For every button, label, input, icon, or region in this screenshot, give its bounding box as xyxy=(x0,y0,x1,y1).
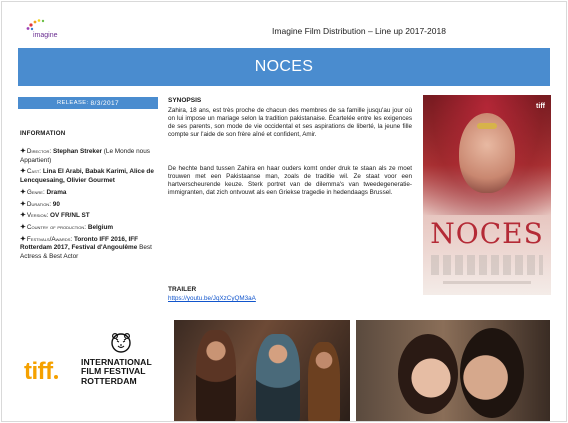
still-figure xyxy=(460,328,524,418)
information-heading: Information xyxy=(20,130,66,137)
info-key: Version: xyxy=(26,212,49,220)
bullet-icon: ✦ xyxy=(20,212,26,220)
bullet-icon: ✦ xyxy=(20,168,26,176)
info-item-festivals: ✦Festivals/Awards: Toronto IFF 2016, IFF… xyxy=(20,236,158,262)
release-date: 8/3/2017 xyxy=(90,99,120,107)
bullet-icon: ✦ xyxy=(20,148,26,155)
poster-credits-line xyxy=(443,281,531,284)
info-key: Duration: xyxy=(26,200,51,208)
still-figure xyxy=(196,330,236,421)
iffr-line3: ROTTERDAM xyxy=(81,375,137,386)
info-value: OV FR/NL ST xyxy=(50,212,90,220)
tiff-logo: tiff xyxy=(24,358,58,386)
svg-text:imagine: imagine xyxy=(33,32,58,39)
poster-tiff-badge: tiff xyxy=(536,103,545,110)
bullet-icon: ✦ xyxy=(20,224,26,232)
still-figure xyxy=(308,342,340,421)
bullet-icon: ✦ xyxy=(20,200,26,208)
info-value: Lina El Arabi, Babak Karimi, Alice de Le… xyxy=(20,168,154,184)
header-title: Imagine Film Distribution – Line up 2017… xyxy=(272,26,446,36)
imagine-logo: imagine xyxy=(26,19,58,39)
trailer-link[interactable]: https://youtu.be/JqXzCyQM3aA xyxy=(168,295,256,302)
film-title: NOCES xyxy=(18,48,550,86)
info-key: Cast: xyxy=(26,168,42,176)
tiger-logo-icon xyxy=(111,332,131,353)
poster-jewel xyxy=(477,123,497,129)
still-figure xyxy=(398,334,458,414)
iffr-name: INTERNATIONAL FILM FESTIVAL ROTTERDAM xyxy=(81,357,152,386)
info-value: Stephan Streker xyxy=(52,148,102,155)
synopsis-dutch: De hechte band tussen Zahira en haar oud… xyxy=(168,165,412,197)
information-list: ✦Director: Stephan Streker (Le Monde nou… xyxy=(20,148,158,265)
info-key: Genre: xyxy=(26,188,45,196)
tiff-dot-icon xyxy=(53,375,58,379)
info-value: Belgium xyxy=(87,224,114,232)
poster-credits xyxy=(431,255,543,275)
info-item-genre: ✦Genre: Drama xyxy=(20,189,158,198)
film-poster: tiff NOCES xyxy=(423,95,551,295)
bullet-icon: ✦ xyxy=(20,188,26,196)
info-item-version: ✦Version: OV FR/NL ST xyxy=(20,212,158,221)
film-still-group xyxy=(174,320,350,421)
info-key: Country of production: xyxy=(26,224,87,232)
info-item-cast: ✦Cast: Lina El Arabi, Babak Karimi, Alic… xyxy=(20,168,158,185)
info-key: Festivals/Awards: xyxy=(26,235,73,243)
info-item-duration: ✦Duration: 90 xyxy=(20,201,158,210)
trailer-heading: Trailer xyxy=(168,286,197,293)
slide: imagine Imagine Film Distribution – Line… xyxy=(2,2,566,421)
poster-title: NOCES xyxy=(430,217,544,250)
bullet-icon: ✦ xyxy=(20,235,26,243)
still-figure xyxy=(256,334,300,421)
info-item-director: ✦Director: Stephan Streker (Le Monde nou… xyxy=(20,148,158,165)
synopsis-heading: Synopsis xyxy=(168,97,202,104)
tiff-wordmark: tiff xyxy=(24,358,53,385)
synopsis-french: Zahira, 18 ans, est très proche de chacu… xyxy=(168,107,412,139)
info-value: 90 xyxy=(52,200,60,208)
release-label: Release: xyxy=(56,100,89,106)
info-item-country: ✦Country of production: Belgium xyxy=(20,224,158,233)
release-bar: Release: 8/3/2017 xyxy=(18,97,158,109)
info-key: Director: xyxy=(26,148,52,155)
info-value: Drama xyxy=(46,188,67,196)
film-still-couple xyxy=(356,320,550,421)
